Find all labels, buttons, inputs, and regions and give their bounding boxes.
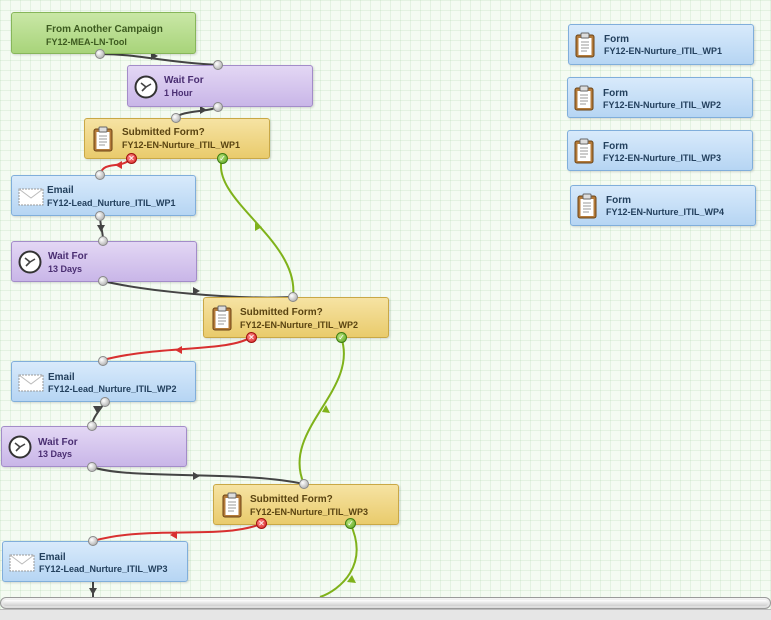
envelope-icon xyxy=(18,188,44,211)
node-subtitle: 13 Days xyxy=(48,264,83,274)
node-subtitle: 13 Days xyxy=(38,449,73,459)
status-bar xyxy=(0,609,771,620)
clock-icon xyxy=(134,75,158,104)
from-another-campaign-node[interactable]: From Another Campaign FY12-MEA-LN-Tool xyxy=(11,12,196,54)
yes-branch-port[interactable]: ✓ xyxy=(345,518,356,529)
clock-icon xyxy=(18,250,42,279)
input-port[interactable] xyxy=(98,236,108,246)
clipboard-icon xyxy=(574,138,594,169)
node-subtitle: FY12-Lead_Nurture_ITIL_WP2 xyxy=(48,384,177,394)
yes-branch-port[interactable]: ✓ xyxy=(217,153,228,164)
output-port[interactable] xyxy=(95,211,105,221)
node-title: Submitted Form? xyxy=(250,494,333,505)
node-title: Form xyxy=(604,34,629,45)
input-port[interactable] xyxy=(288,292,298,302)
node-title: Form xyxy=(603,141,628,152)
output-port[interactable] xyxy=(213,102,223,112)
form-node-wp1[interactable]: Form FY12-EN-Nurture_ITIL_WP1 xyxy=(568,24,754,65)
output-port[interactable] xyxy=(98,276,108,286)
node-title: Form xyxy=(603,88,628,99)
node-subtitle: FY12-EN-Nurture_ITIL_WP1 xyxy=(122,140,241,150)
output-port[interactable] xyxy=(87,462,97,472)
flow-canvas[interactable]: From Another Campaign FY12-MEA-LN-Tool W… xyxy=(0,0,771,620)
envelope-icon xyxy=(18,374,44,397)
input-port[interactable] xyxy=(95,170,105,180)
wait-for-node[interactable]: Wait For 1 Hour xyxy=(127,65,313,107)
horizontal-scrollbar[interactable] xyxy=(0,597,771,609)
clipboard-icon xyxy=(93,126,113,157)
arrow-head xyxy=(89,588,97,595)
node-title: Email xyxy=(48,372,75,383)
no-branch-port[interactable]: ✕ xyxy=(126,153,137,164)
node-title: Submitted Form? xyxy=(240,307,323,318)
node-subtitle: FY12-Lead_Nurture_ITIL_WP3 xyxy=(39,564,168,574)
arrow-head xyxy=(200,106,207,114)
input-port[interactable] xyxy=(88,536,98,546)
node-subtitle: FY12-EN-Nurture_ITIL_WP3 xyxy=(250,507,369,517)
no-branch-port[interactable]: ✕ xyxy=(246,332,257,343)
connector-yes-3 xyxy=(319,522,358,598)
email-node[interactable]: Email FY12-Lead_Nurture_ITIL_WP1 xyxy=(11,175,196,216)
clipboard-icon xyxy=(212,305,232,336)
input-port[interactable] xyxy=(171,113,181,123)
node-subtitle: FY12-EN-Nurture_ITIL_WP2 xyxy=(240,320,359,330)
clipboard-icon xyxy=(577,193,597,224)
node-subtitle: FY12-EN-Nurture_ITIL_WP1 xyxy=(604,46,723,56)
node-subtitle: FY12-EN-Nurture_ITIL_WP2 xyxy=(603,100,722,110)
submitted-form-node[interactable]: Submitted Form? FY12-EN-Nurture_ITIL_WP1 xyxy=(84,118,270,159)
node-title: Email xyxy=(39,552,66,563)
output-port[interactable] xyxy=(100,397,110,407)
clipboard-icon xyxy=(574,85,594,116)
email-node[interactable]: Email FY12-Lead_Nurture_ITIL_WP2 xyxy=(11,361,196,402)
node-subtitle: FY12-Lead_Nurture_ITIL_WP1 xyxy=(47,198,176,208)
connector-wait1-to-submitted1 xyxy=(175,105,219,119)
input-port[interactable] xyxy=(213,60,223,70)
connector-wait2-to-submitted2 xyxy=(102,280,294,299)
node-subtitle: 1 Hour xyxy=(164,88,193,98)
clock-icon xyxy=(8,435,32,464)
arrow-head xyxy=(115,161,122,169)
arrow-head xyxy=(175,346,182,354)
form-node-wp3[interactable]: Form FY12-EN-Nurture_ITIL_WP3 xyxy=(567,130,753,171)
yes-branch-port[interactable]: ✓ xyxy=(336,332,347,343)
arrow-head xyxy=(97,225,105,232)
clipboard-icon xyxy=(575,32,595,63)
scrollbar-thumb[interactable] xyxy=(3,600,768,606)
connector-yes-2 xyxy=(298,336,345,485)
node-subtitle: FY12-MEA-LN-Tool xyxy=(46,37,127,47)
node-title: Wait For xyxy=(48,251,88,262)
input-port[interactable] xyxy=(299,479,309,489)
node-title: Wait For xyxy=(164,75,204,86)
connector-no-2 xyxy=(102,336,252,361)
envelope-icon xyxy=(9,554,35,577)
submitted-form-node[interactable]: Submitted Form? FY12-EN-Nurture_ITIL_WP3 xyxy=(213,484,399,525)
node-title: From Another Campaign xyxy=(46,24,163,35)
node-title: Submitted Form? xyxy=(122,127,205,138)
input-port[interactable] xyxy=(98,356,108,366)
clipboard-icon xyxy=(222,492,242,523)
email-node[interactable]: Email FY12-Lead_Nurture_ITIL_WP3 xyxy=(2,541,188,582)
input-port[interactable] xyxy=(87,421,97,431)
node-title: Form xyxy=(606,195,631,206)
form-node-wp4[interactable]: Form FY12-EN-Nurture_ITIL_WP4 xyxy=(570,185,756,226)
no-branch-port[interactable]: ✕ xyxy=(256,518,267,529)
form-node-wp2[interactable]: Form FY12-EN-Nurture_ITIL_WP2 xyxy=(567,77,753,118)
output-port[interactable] xyxy=(95,49,105,59)
node-title: Wait For xyxy=(38,437,78,448)
connector-from-to-wait1 xyxy=(99,53,219,66)
node-subtitle: FY12-EN-Nurture_ITIL_WP3 xyxy=(603,153,722,163)
node-title: Email xyxy=(47,185,74,196)
wait-for-node[interactable]: Wait For 13 Days xyxy=(1,426,187,467)
submitted-form-node[interactable]: Submitted Form? FY12-EN-Nurture_ITIL_WP2 xyxy=(203,297,389,338)
arrow-head xyxy=(193,472,200,480)
node-subtitle: FY12-EN-Nurture_ITIL_WP4 xyxy=(606,207,725,217)
